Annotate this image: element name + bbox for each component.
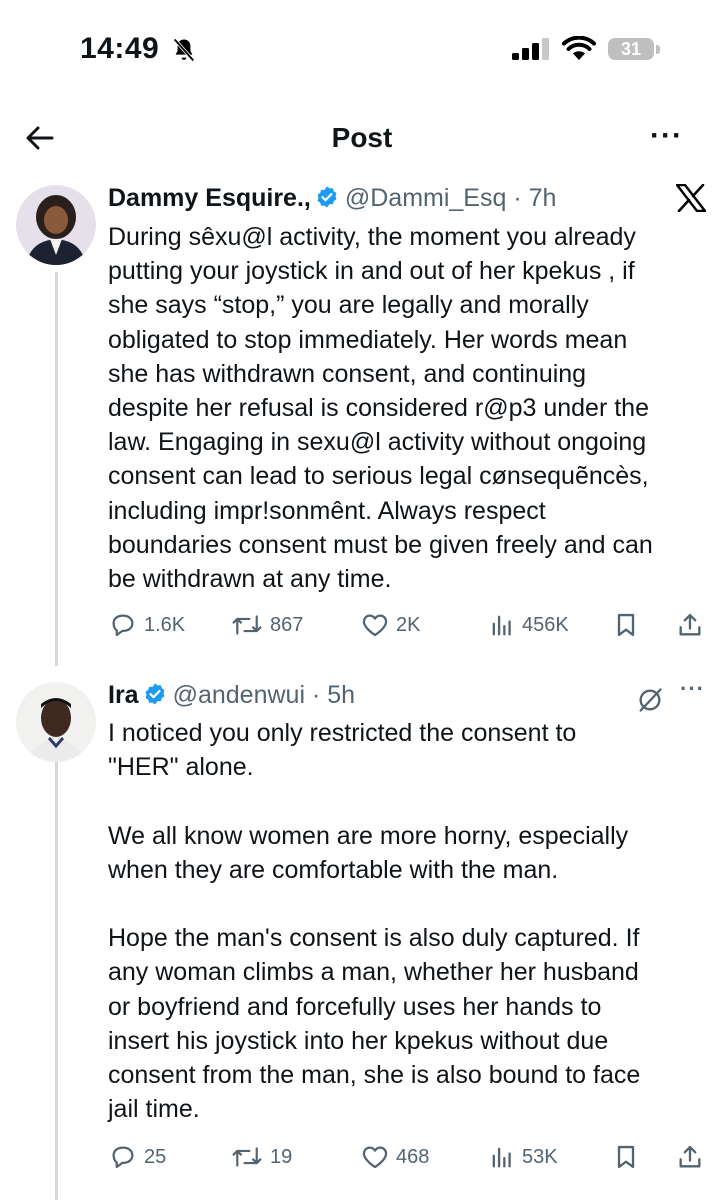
thread-connector-line bbox=[55, 272, 58, 666]
views-button[interactable]: 456K bbox=[488, 610, 569, 640]
views-button[interactable]: 53K bbox=[488, 1142, 558, 1172]
like-icon bbox=[362, 614, 388, 637]
views-count: 53K bbox=[522, 1145, 558, 1168]
battery-indicator: 31 bbox=[608, 38, 654, 60]
share-icon bbox=[679, 1145, 701, 1168]
reply-icon bbox=[112, 614, 134, 637]
more-options-button[interactable]: ··· bbox=[650, 121, 683, 151]
repost-count: 867 bbox=[270, 613, 304, 636]
bookmark-icon bbox=[617, 1145, 635, 1169]
avatar-image bbox=[16, 185, 96, 265]
author-handle-time[interactable]: @Dammi_Esq · 7h bbox=[345, 184, 557, 212]
author-handle-time[interactable]: @andenwui · 5h bbox=[173, 681, 355, 709]
battery-tip bbox=[656, 45, 660, 54]
verified-badge-icon bbox=[317, 186, 337, 208]
avatar[interactable] bbox=[16, 682, 96, 762]
repost-count: 19 bbox=[270, 1145, 293, 1168]
post-actions: 1.6K 867 2K 456K bbox=[108, 610, 708, 644]
bookmark-icon bbox=[617, 613, 635, 637]
reply-header: Ira @andenwui · 5h bbox=[108, 681, 355, 710]
like-count: 468 bbox=[396, 1145, 430, 1168]
views-icon bbox=[492, 1147, 511, 1168]
reply-button[interactable]: 1.6K bbox=[108, 610, 185, 640]
x-logo-icon bbox=[676, 184, 706, 212]
like-count: 2K bbox=[396, 613, 421, 636]
reply-button[interactable]: 25 bbox=[108, 1142, 166, 1172]
like-button[interactable]: 468 bbox=[360, 1142, 429, 1172]
reply-count: 1.6K bbox=[144, 613, 186, 636]
grok-icon[interactable] bbox=[636, 686, 664, 714]
views-icon bbox=[492, 615, 511, 636]
share-icon bbox=[679, 613, 701, 636]
status-bar: 14:49 31 bbox=[0, 0, 724, 100]
like-button[interactable]: 2K bbox=[360, 610, 420, 640]
repost-icon bbox=[232, 615, 262, 635]
views-count: 456K bbox=[522, 613, 569, 636]
thread-connector-line bbox=[55, 762, 58, 1200]
battery-level: 31 bbox=[620, 39, 642, 59]
wifi-icon bbox=[562, 36, 596, 60]
avatar-image bbox=[16, 682, 96, 762]
repost-button[interactable]: 19 bbox=[230, 1142, 292, 1172]
verified-badge-icon bbox=[145, 683, 165, 705]
status-time: 14:49 bbox=[80, 32, 160, 65]
repost-button[interactable]: 867 bbox=[230, 610, 303, 640]
top-navigation: Post ··· bbox=[0, 108, 724, 168]
post-header: Dammy Esquire., @Dammi_Esq · 7h bbox=[108, 184, 556, 213]
post-text: During sêxu@l activity, the moment you a… bbox=[108, 223, 653, 594]
reply-text: I noticed you only restricted the consen… bbox=[108, 719, 641, 1124]
silent-bell-icon bbox=[173, 38, 195, 62]
reply-actions: 25 19 468 53K bbox=[108, 1142, 708, 1176]
page-title: Post bbox=[331, 122, 393, 153]
bookmark-button[interactable] bbox=[612, 610, 640, 640]
author-name[interactable]: Dammy Esquire., bbox=[108, 184, 311, 212]
reply-icon bbox=[112, 1146, 134, 1169]
repost-icon bbox=[232, 1147, 262, 1167]
like-icon bbox=[362, 1146, 388, 1169]
reply-count: 25 bbox=[144, 1145, 167, 1168]
cellular-signal-icon bbox=[512, 38, 549, 60]
avatar[interactable] bbox=[16, 185, 96, 265]
share-button[interactable] bbox=[676, 1142, 704, 1172]
share-button[interactable] bbox=[676, 610, 704, 640]
bookmark-button[interactable] bbox=[612, 1142, 640, 1172]
author-name[interactable]: Ira bbox=[108, 681, 139, 709]
reply-more-button[interactable]: ··· bbox=[680, 676, 705, 702]
